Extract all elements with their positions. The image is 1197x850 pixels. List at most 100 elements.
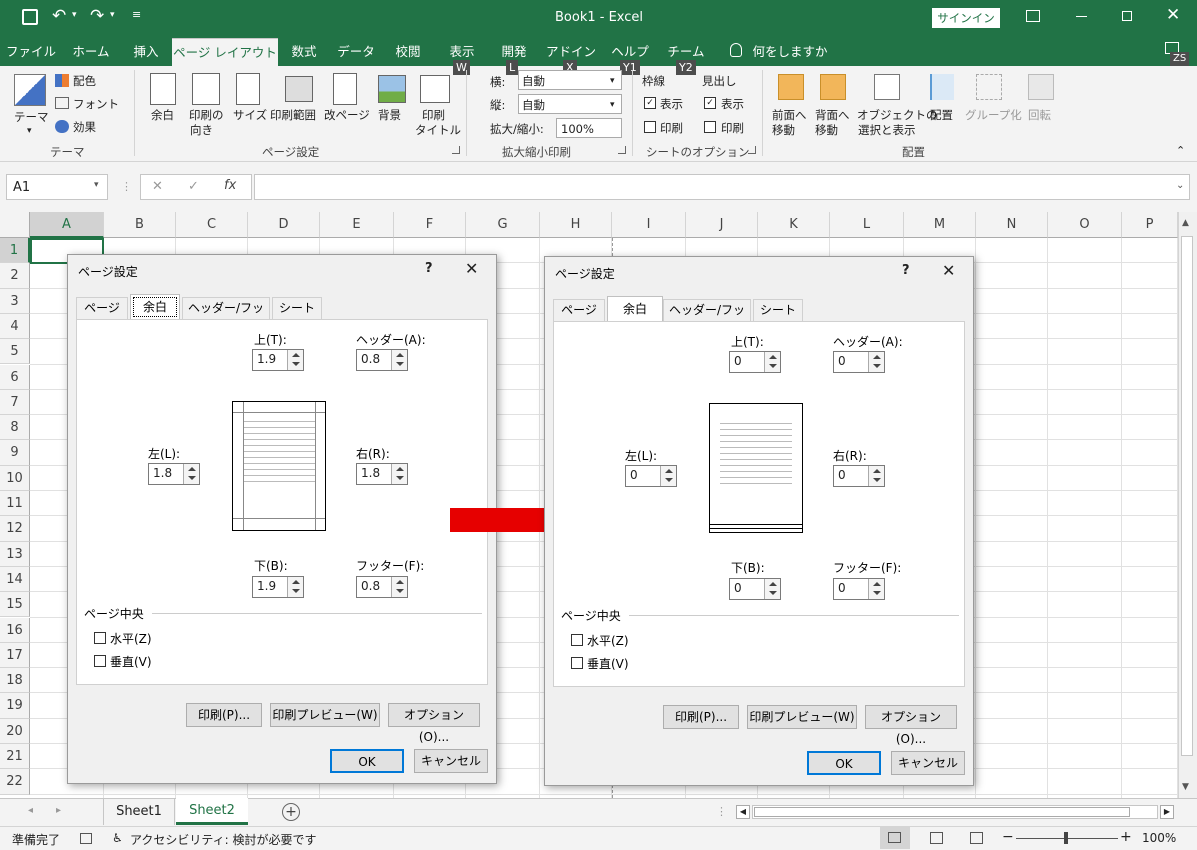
tab-page[interactable]: ページ bbox=[553, 299, 605, 321]
row-header-13[interactable]: 13 bbox=[0, 541, 30, 567]
bring-forward-line2[interactable]: 移動 bbox=[772, 123, 795, 137]
row-header-7[interactable]: 7 bbox=[0, 389, 30, 416]
lightbulb-icon[interactable] bbox=[730, 43, 742, 57]
width-dropdown-icon[interactable]: ▾ bbox=[610, 74, 615, 88]
send-backward-line1[interactable]: 背面へ bbox=[815, 108, 850, 122]
margins-button[interactable]: 余白 bbox=[151, 108, 174, 122]
page-setup-launcher-icon[interactable] bbox=[452, 146, 460, 154]
name-box-dropdown-icon[interactable]: ▾ bbox=[94, 180, 99, 190]
zoom-level[interactable]: 100% bbox=[1142, 831, 1176, 845]
redo-icon[interactable]: ↷ bbox=[90, 6, 104, 26]
row-header-4[interactable]: 4 bbox=[0, 313, 30, 340]
vertical-scroll-thumb[interactable] bbox=[1181, 236, 1193, 756]
column-header-e[interactable]: E bbox=[320, 212, 394, 238]
headings-view-checkbox[interactable]: ✓ bbox=[704, 97, 716, 109]
footer-margin-spinner[interactable]: 0.8 bbox=[356, 576, 408, 598]
tab-page[interactable]: ページ bbox=[76, 297, 128, 319]
row-header-8[interactable]: 8 bbox=[0, 415, 30, 441]
row-header-5[interactable]: 5 bbox=[0, 339, 30, 365]
column-header-f[interactable]: F bbox=[394, 212, 466, 238]
ribbon-display-icon[interactable] bbox=[1026, 10, 1040, 22]
tab-home[interactable]: ホーム bbox=[66, 38, 116, 66]
column-header-o[interactable]: O bbox=[1048, 212, 1122, 238]
redo-dropdown-icon[interactable]: ▾ bbox=[110, 10, 115, 20]
print-area-button[interactable]: 印刷範囲 bbox=[270, 108, 316, 122]
rotate-button[interactable]: 回転 bbox=[1028, 108, 1051, 122]
sheet-options-launcher-icon[interactable] bbox=[748, 146, 756, 154]
left-margin-spinner[interactable]: 1.8 bbox=[148, 463, 200, 485]
customize-qat-icon[interactable]: ≡ bbox=[132, 8, 141, 21]
column-header-k[interactable]: K bbox=[758, 212, 830, 238]
hscroll-right-icon[interactable]: ▶ bbox=[1160, 805, 1174, 819]
tab-header-footer[interactable]: ヘッダー/フッター bbox=[663, 299, 751, 337]
row-header-21[interactable]: 21 bbox=[0, 744, 30, 770]
row-header-11[interactable]: 11 bbox=[0, 491, 30, 517]
row-header-3[interactable]: 3 bbox=[0, 288, 30, 314]
group-button[interactable]: グループ化 bbox=[965, 108, 1022, 122]
accessibility-status[interactable]: アクセシビリティ: 検討が必要です bbox=[130, 831, 317, 848]
row-header-14[interactable]: 14 bbox=[0, 566, 30, 593]
print-button[interactable]: 印刷(P)... bbox=[663, 705, 739, 729]
height-dropdown-icon[interactable]: ▾ bbox=[610, 98, 615, 112]
scroll-sheets-left-icon[interactable]: ◂ bbox=[28, 805, 33, 816]
sheet-tab-sheet2[interactable]: Sheet2 bbox=[176, 798, 248, 825]
column-header-h[interactable]: H bbox=[540, 212, 612, 238]
undo-icon[interactable]: ↶ bbox=[52, 6, 66, 26]
ok-button[interactable]: OK bbox=[330, 749, 404, 773]
row-header-15[interactable]: 15 bbox=[0, 592, 30, 618]
tab-split-icon[interactable]: ⋮ bbox=[716, 805, 727, 818]
bottom-margin-spinner[interactable]: 0 bbox=[729, 578, 781, 600]
column-header-p[interactable]: P bbox=[1122, 212, 1178, 238]
row-header-17[interactable]: 17 bbox=[0, 642, 30, 669]
background-button[interactable]: 背景 bbox=[378, 108, 401, 122]
tab-insert[interactable]: 挿入 bbox=[124, 38, 168, 66]
send-backward-line2[interactable]: 移動 bbox=[815, 123, 838, 137]
horizontally-checkbox[interactable] bbox=[94, 632, 106, 644]
signin-button[interactable]: サインイン bbox=[932, 8, 1000, 28]
close-dialog-icon[interactable]: ✕ bbox=[942, 261, 955, 280]
new-sheet-icon[interactable]: + bbox=[282, 803, 300, 821]
size-button[interactable]: サイズ bbox=[233, 108, 267, 122]
colors-button[interactable]: 配色 bbox=[73, 74, 96, 88]
gridlines-view-checkbox[interactable]: ✓ bbox=[644, 97, 656, 109]
row-header-2[interactable]: 2 bbox=[0, 263, 30, 289]
header-margin-spinner[interactable]: 0 bbox=[833, 351, 885, 373]
column-header-m[interactable]: M bbox=[904, 212, 976, 238]
expand-formula-icon[interactable]: ⌄ bbox=[1176, 180, 1184, 191]
column-header-g[interactable]: G bbox=[466, 212, 540, 238]
right-margin-spinner[interactable]: 1.8 bbox=[356, 463, 408, 485]
orientation-button-line2[interactable]: 向き bbox=[190, 123, 213, 137]
options-button[interactable]: オプション(O)... bbox=[865, 705, 957, 746]
header-margin-spinner[interactable]: 0.8 bbox=[356, 349, 408, 371]
user-avatar[interactable]: ZS bbox=[1170, 52, 1190, 66]
fonts-button[interactable]: フォント bbox=[73, 97, 119, 111]
scale-launcher-icon[interactable] bbox=[618, 146, 626, 154]
align-button[interactable]: 配置 bbox=[930, 108, 953, 122]
vertically-checkbox[interactable] bbox=[94, 655, 106, 667]
row-header-20[interactable]: 20 bbox=[0, 718, 30, 744]
column-header-j[interactable]: J bbox=[686, 212, 758, 238]
print-button[interactable]: 印刷(P)... bbox=[186, 703, 262, 727]
bottom-margin-spinner[interactable]: 1.9 bbox=[252, 576, 304, 598]
tab-file[interactable]: ファイル bbox=[6, 38, 56, 66]
close-window-icon[interactable]: ✕ bbox=[1166, 5, 1180, 25]
page-break-preview-icon[interactable] bbox=[970, 832, 983, 844]
options-button[interactable]: オプション(O)... bbox=[388, 703, 480, 744]
column-header-l[interactable]: L bbox=[830, 212, 904, 238]
row-header-12[interactable]: 12 bbox=[0, 516, 30, 542]
footer-margin-spinner[interactable]: 0 bbox=[833, 578, 885, 600]
maximize-icon[interactable] bbox=[1122, 11, 1132, 21]
scroll-up-icon[interactable]: ▲ bbox=[1182, 218, 1189, 228]
horizontal-scroll-thumb[interactable] bbox=[754, 807, 1130, 817]
left-margin-spinner[interactable]: 0 bbox=[625, 465, 677, 487]
row-header-18[interactable]: 18 bbox=[0, 668, 30, 694]
page-layout-view-icon[interactable] bbox=[930, 832, 943, 844]
column-header-a[interactable]: A bbox=[30, 212, 104, 238]
headings-print-checkbox[interactable] bbox=[704, 121, 716, 133]
tab-data[interactable]: データ bbox=[334, 38, 378, 66]
row-header-22[interactable]: 22 bbox=[0, 769, 30, 795]
hscroll-left-icon[interactable]: ◀ bbox=[736, 805, 750, 819]
horizontally-checkbox[interactable] bbox=[571, 634, 583, 646]
insert-function-icon[interactable]: fx bbox=[224, 178, 236, 193]
close-dialog-icon[interactable]: ✕ bbox=[465, 259, 478, 278]
